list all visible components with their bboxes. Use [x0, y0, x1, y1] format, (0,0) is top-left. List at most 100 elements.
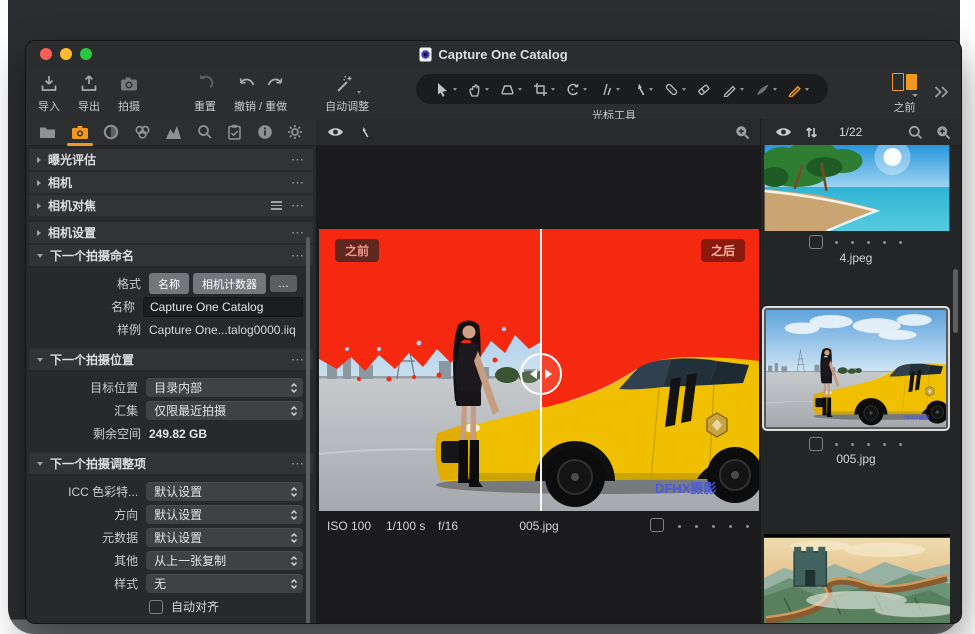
chevron-right-icon	[37, 230, 41, 236]
chevron-right-icon	[37, 180, 41, 186]
window-title: Capture One Catalog	[438, 47, 567, 62]
thumbnail-car-selected[interactable]	[762, 306, 950, 431]
draw-mask-tool[interactable]	[787, 82, 809, 97]
metadata-select[interactable]: 默认设置	[146, 528, 303, 547]
pick-checkbox[interactable]	[809, 437, 823, 451]
reset-icon	[195, 74, 215, 94]
search-icon[interactable]	[908, 125, 923, 140]
undo-redo-button[interactable]: 撤销 / 重做	[234, 74, 287, 114]
collection-select[interactable]: 仅限最近拍摄	[146, 401, 303, 420]
token-counter-chip[interactable]: 相机计数器	[193, 273, 266, 294]
loupe-tool[interactable]	[500, 82, 522, 97]
more-icon[interactable]: ⋯	[291, 355, 305, 365]
sidebar-scrollbar[interactable]	[306, 237, 310, 624]
more-icon[interactable]: ⋯	[291, 178, 305, 188]
destination-label: 目标位置	[41, 379, 146, 396]
tab-settings-gear-icon[interactable]	[287, 120, 303, 144]
pick-checkbox[interactable]	[809, 235, 823, 249]
sort-icon[interactable]	[805, 126, 818, 139]
tab-color-wheels-icon[interactable]	[134, 120, 151, 144]
mask-brush-icon[interactable]	[357, 126, 370, 139]
redo-icon[interactable]	[266, 74, 284, 94]
panel-next-capture-location[interactable]: 下一个拍摄位置 ⋯	[29, 349, 313, 370]
panel-camera-focus[interactable]: 相机对焦 ⋯	[29, 195, 313, 216]
main-toolbar: 导入 导出 拍摄 重置	[26, 67, 961, 120]
style-select[interactable]: 无	[146, 574, 303, 593]
pen-tool[interactable]	[722, 82, 744, 97]
more-icon[interactable]: ⋯	[291, 201, 305, 211]
straighten-tool[interactable]	[598, 82, 620, 97]
chevron-down-icon	[37, 254, 43, 258]
photo-watermark: DFHX摄影	[655, 481, 716, 496]
thumbnail-great-wall[interactable]	[764, 534, 950, 624]
heal-tool[interactable]	[664, 82, 686, 97]
more-icon[interactable]: ⋯	[291, 459, 305, 469]
zoom-in-icon[interactable]	[735, 125, 750, 140]
format-label: 格式	[41, 275, 149, 292]
eye-icon[interactable]	[327, 126, 344, 138]
export-button[interactable]: 导出	[78, 74, 100, 114]
sample-label: 样例	[41, 321, 149, 338]
panel-exposure-evaluation[interactable]: 曝光评估 ⋯	[29, 149, 313, 170]
crop-tool[interactable]	[533, 82, 555, 97]
before-badge: 之前	[335, 239, 379, 262]
panel-camera-settings[interactable]: 相机设置 ⋯	[29, 222, 313, 243]
split-handle[interactable]	[520, 353, 562, 395]
tab-lens-circle-icon[interactable]	[103, 120, 119, 144]
panel-camera[interactable]: 相机 ⋯	[29, 172, 313, 193]
auto-align-checkbox[interactable]	[149, 600, 163, 614]
auto-adjust-button[interactable]: 自动调整	[325, 74, 369, 114]
undo-icon[interactable]	[238, 74, 256, 94]
pick-checkbox[interactable]	[650, 518, 664, 535]
chevron-down-icon	[37, 462, 43, 466]
free-space-label: 剩余空间	[41, 425, 149, 442]
browser-scrollbar[interactable]	[953, 269, 958, 333]
zoom-in-icon[interactable]	[936, 125, 951, 140]
tab-library-folder-icon[interactable]	[39, 121, 56, 144]
more-icon[interactable]: ⋯	[291, 228, 305, 238]
import-button[interactable]: 导入	[38, 74, 60, 114]
brush-tool[interactable]	[631, 82, 653, 97]
eye-icon[interactable]	[775, 126, 792, 138]
icc-select[interactable]: 默认设置	[146, 482, 303, 501]
tab-metadata-info-icon[interactable]	[257, 120, 273, 144]
sample-value: Capture One...talog0000.iiq	[149, 323, 296, 337]
name-input[interactable]	[143, 297, 303, 317]
rating-dots[interactable]	[678, 525, 749, 528]
viewer-toolbar	[316, 119, 761, 146]
other-select[interactable]: 从上一张复制	[146, 551, 303, 570]
tab-exposure-levels-icon[interactable]	[165, 121, 182, 144]
orientation-label: 方向	[41, 506, 146, 523]
orientation-select[interactable]: 默认设置	[146, 505, 303, 524]
viewer-image[interactable]: DFHX摄影 之前 之后	[319, 229, 759, 511]
tab-adjustments-clipboard-icon[interactable]	[227, 120, 242, 144]
capture-one-window: Capture One Catalog 导入 导出 拍摄	[25, 40, 962, 624]
other-label: 其他	[41, 552, 146, 569]
token-name-chip[interactable]: 名称	[149, 273, 189, 294]
tab-capture-camera-icon[interactable]	[71, 121, 89, 144]
aperture-value: f/16	[438, 519, 458, 533]
pointer-tool[interactable]	[435, 82, 457, 97]
format-more-button[interactable]: …	[270, 275, 297, 292]
capture-button[interactable]: 拍摄	[118, 74, 140, 114]
more-icon[interactable]: ⋯	[291, 251, 305, 261]
hamburger-icon[interactable]	[271, 201, 282, 210]
gradient-mask-tool[interactable]	[755, 82, 777, 97]
eraser-tool[interactable]	[696, 82, 711, 97]
rating-dots[interactable]	[835, 241, 902, 244]
after-badge: 之后	[701, 239, 745, 262]
rotate-tool[interactable]	[565, 82, 587, 97]
thumbnail-beach[interactable]	[764, 145, 950, 231]
panel-next-capture-naming[interactable]: 下一个拍摄命名 ⋯	[29, 245, 313, 266]
before-after-button[interactable]: 之前	[892, 73, 917, 115]
panel-next-capture-adjustments[interactable]: 下一个拍摄调整项 ⋯	[29, 453, 313, 474]
rating-dots[interactable]	[835, 443, 902, 446]
hand-tool[interactable]	[467, 82, 489, 97]
more-icon[interactable]: ⋯	[291, 155, 305, 165]
destination-select[interactable]: 目录内部	[146, 378, 303, 397]
toolbar-overflow-chevron[interactable]	[933, 85, 949, 99]
free-space-value: 249.82 GB	[149, 427, 207, 441]
viewer-filename: 005.jpg	[494, 519, 584, 533]
tab-details-magnifier-icon[interactable]	[197, 120, 213, 144]
reset-button[interactable]: 重置	[194, 74, 216, 114]
